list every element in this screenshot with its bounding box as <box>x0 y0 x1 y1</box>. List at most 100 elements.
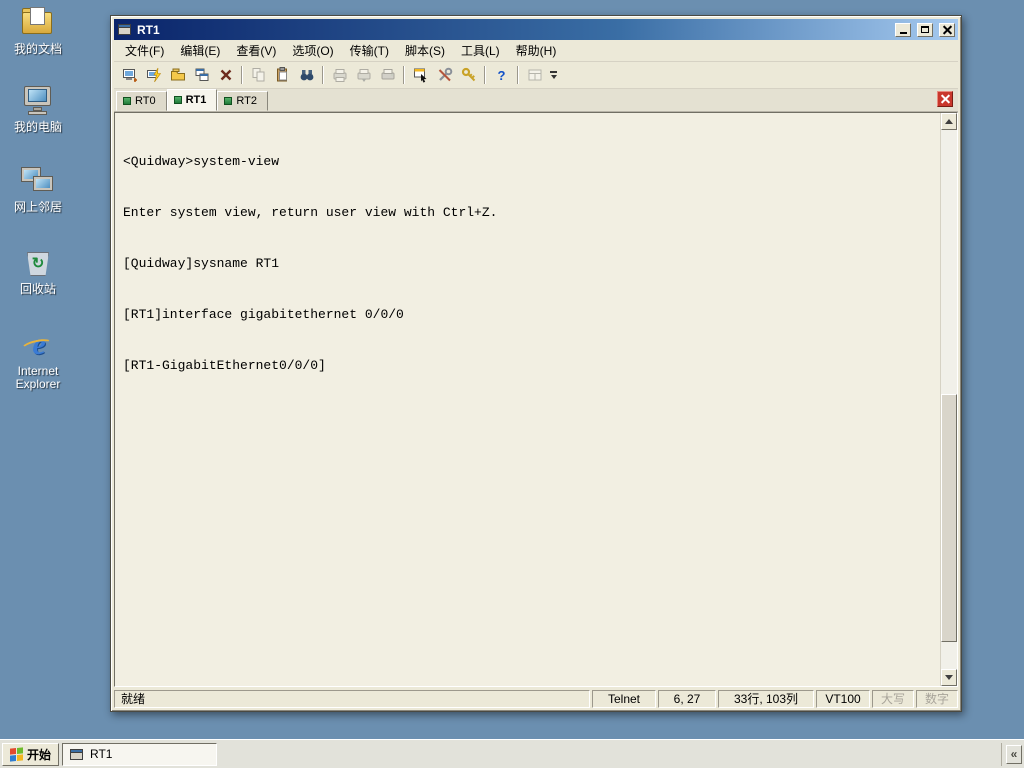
tray-chevron-icon[interactable]: « <box>1006 744 1022 764</box>
window-icon <box>69 748 85 761</box>
connect-icon[interactable] <box>118 64 141 86</box>
desktop-icon-my-documents[interactable]: 我的文档 <box>6 6 70 56</box>
minimize-button[interactable] <box>895 22 911 37</box>
toolbar-separator <box>322 66 324 84</box>
my-documents-icon <box>20 6 56 40</box>
start-button[interactable]: 开始 <box>2 742 60 766</box>
menu-script[interactable]: 脚本(S) <box>398 40 452 61</box>
terminal-line: Enter system view, return user view with… <box>123 205 498 220</box>
tab-label: RT0 <box>135 95 156 107</box>
terminal-area: <Quidway>system-view Enter system view, … <box>114 112 958 687</box>
global-options-icon[interactable] <box>433 64 456 86</box>
window-icon <box>117 23 133 37</box>
status-dimensions: 33行, 103列 <box>718 689 814 708</box>
windows-logo-icon <box>10 746 23 762</box>
my-computer-icon <box>20 84 56 118</box>
task-label: RT1 <box>90 747 113 761</box>
desktop-icon-label: 网上邻居 <box>13 200 62 214</box>
status-caps-lock: 大写 <box>872 689 914 708</box>
terminal-screen[interactable]: <Quidway>system-view Enter system view, … <box>115 113 940 686</box>
desktop-icon-my-computer[interactable]: 我的电脑 <box>6 84 70 134</box>
session-tab-bar: RT0 RT1 RT2 <box>114 89 958 112</box>
session-manager-icon[interactable] <box>166 64 189 86</box>
terminal-window: RT1 文件(F) 编辑(E) 查看(V) 选项(O) 传输(T) 脚本(S) … <box>110 15 962 712</box>
menu-edit[interactable]: 编辑(E) <box>173 40 227 61</box>
titlebar[interactable]: RT1 <box>114 19 958 40</box>
session-status-icon <box>224 97 233 105</box>
status-emulation: VT100 <box>816 689 870 708</box>
clone-session-icon[interactable] <box>190 64 213 86</box>
toolbar: ? <box>114 62 958 89</box>
system-tray: « <box>1001 742 1022 766</box>
network-places-icon <box>20 164 56 198</box>
close-button[interactable] <box>939 22 955 37</box>
disconnect-icon[interactable] <box>214 64 237 86</box>
menu-file[interactable]: 文件(F) <box>118 40 171 61</box>
tab-view-icon[interactable] <box>523 64 546 86</box>
copy-icon[interactable] <box>247 64 270 86</box>
close-icon <box>943 25 952 34</box>
scrollbar-track[interactable] <box>941 130 957 669</box>
help-icon[interactable]: ? <box>490 64 513 86</box>
tab-label: RT1 <box>185 94 207 106</box>
taskbar: 开始 RT1 « <box>0 739 1024 768</box>
quick-connect-icon[interactable] <box>142 64 165 86</box>
toolbar-separator <box>484 66 486 84</box>
receive-file-icon[interactable] <box>352 64 375 86</box>
keygen-icon[interactable] <box>457 64 480 86</box>
session-status-icon <box>173 96 182 104</box>
terminal-line: [Quidway]sysname RT1 <box>123 256 280 271</box>
taskbar-task-rt1[interactable]: RT1 <box>62 742 218 766</box>
close-tab-button[interactable] <box>937 91 953 107</box>
internet-explorer-icon: e <box>20 328 56 362</box>
status-ready: 就绪 <box>114 689 590 708</box>
maximize-icon <box>921 26 929 33</box>
desktop-icon-network-places[interactable]: 网上邻居 <box>6 164 70 214</box>
terminal-line: [RT1]interface gigabitethernet 0/0/0 <box>123 307 404 322</box>
tab-label: RT2 <box>236 95 257 107</box>
scrollbar-thumb[interactable] <box>941 394 957 643</box>
terminal-line: <Quidway>system-view <box>123 154 280 169</box>
status-bar: 就绪 Telnet 6, 27 33行, 103列 VT100 大写 数字 <box>114 687 958 708</box>
tab-rt0[interactable]: RT0 <box>116 91 167 111</box>
vertical-scrollbar[interactable] <box>940 113 957 686</box>
menu-tools[interactable]: 工具(L) <box>454 40 507 61</box>
session-properties-icon[interactable] <box>409 64 432 86</box>
maximize-button[interactable] <box>917 22 933 37</box>
minimize-icon <box>899 32 907 34</box>
menu-view[interactable]: 查看(V) <box>229 40 283 61</box>
status-num-lock: 数字 <box>916 689 958 708</box>
scroll-up-button[interactable] <box>941 113 957 130</box>
menu-transfer[interactable]: 传输(T) <box>343 40 396 61</box>
menu-options[interactable]: 选项(O) <box>285 40 340 61</box>
desktop-icon-label: 我的文档 <box>13 42 62 56</box>
close-icon <box>941 95 950 104</box>
session-status-icon <box>123 97 131 105</box>
recycle-bin-icon: ↻ <box>20 246 56 280</box>
toolbar-separator <box>403 66 405 84</box>
terminal-line: [RT1-GigabitEthernet0/0/0] <box>123 358 326 373</box>
paste-icon[interactable] <box>271 64 294 86</box>
menu-help[interactable]: 帮助(H) <box>509 40 564 61</box>
scroll-down-button[interactable] <box>941 669 957 686</box>
toolbar-separator <box>241 66 243 84</box>
desktop-icon-label: 我的电脑 <box>13 120 62 134</box>
start-label: 开始 <box>27 747 52 762</box>
status-cursor-position: 6, 27 <box>658 689 716 708</box>
toolbar-separator <box>517 66 519 84</box>
tab-rt2[interactable]: RT2 <box>217 91 268 111</box>
window-title: RT1 <box>137 22 160 37</box>
desktop-icon-label: 回收站 <box>19 282 56 296</box>
find-icon[interactable] <box>295 64 318 86</box>
arrow-up-icon <box>945 119 953 124</box>
desktop-icon-label: Internet Explorer <box>15 364 61 391</box>
desktop-icon-internet-explorer[interactable]: e Internet Explorer <box>6 328 70 391</box>
toolbar-overflow-icon[interactable] <box>547 64 560 86</box>
desktop-icon-recycle-bin[interactable]: ↻ 回收站 <box>6 246 70 296</box>
menu-bar: 文件(F) 编辑(E) 查看(V) 选项(O) 传输(T) 脚本(S) 工具(L… <box>114 40 958 62</box>
status-protocol: Telnet <box>592 689 656 708</box>
tab-rt1[interactable]: RT1 <box>166 89 218 111</box>
send-file-icon[interactable] <box>328 64 351 86</box>
print-icon[interactable] <box>376 64 399 86</box>
arrow-down-icon <box>945 675 953 680</box>
